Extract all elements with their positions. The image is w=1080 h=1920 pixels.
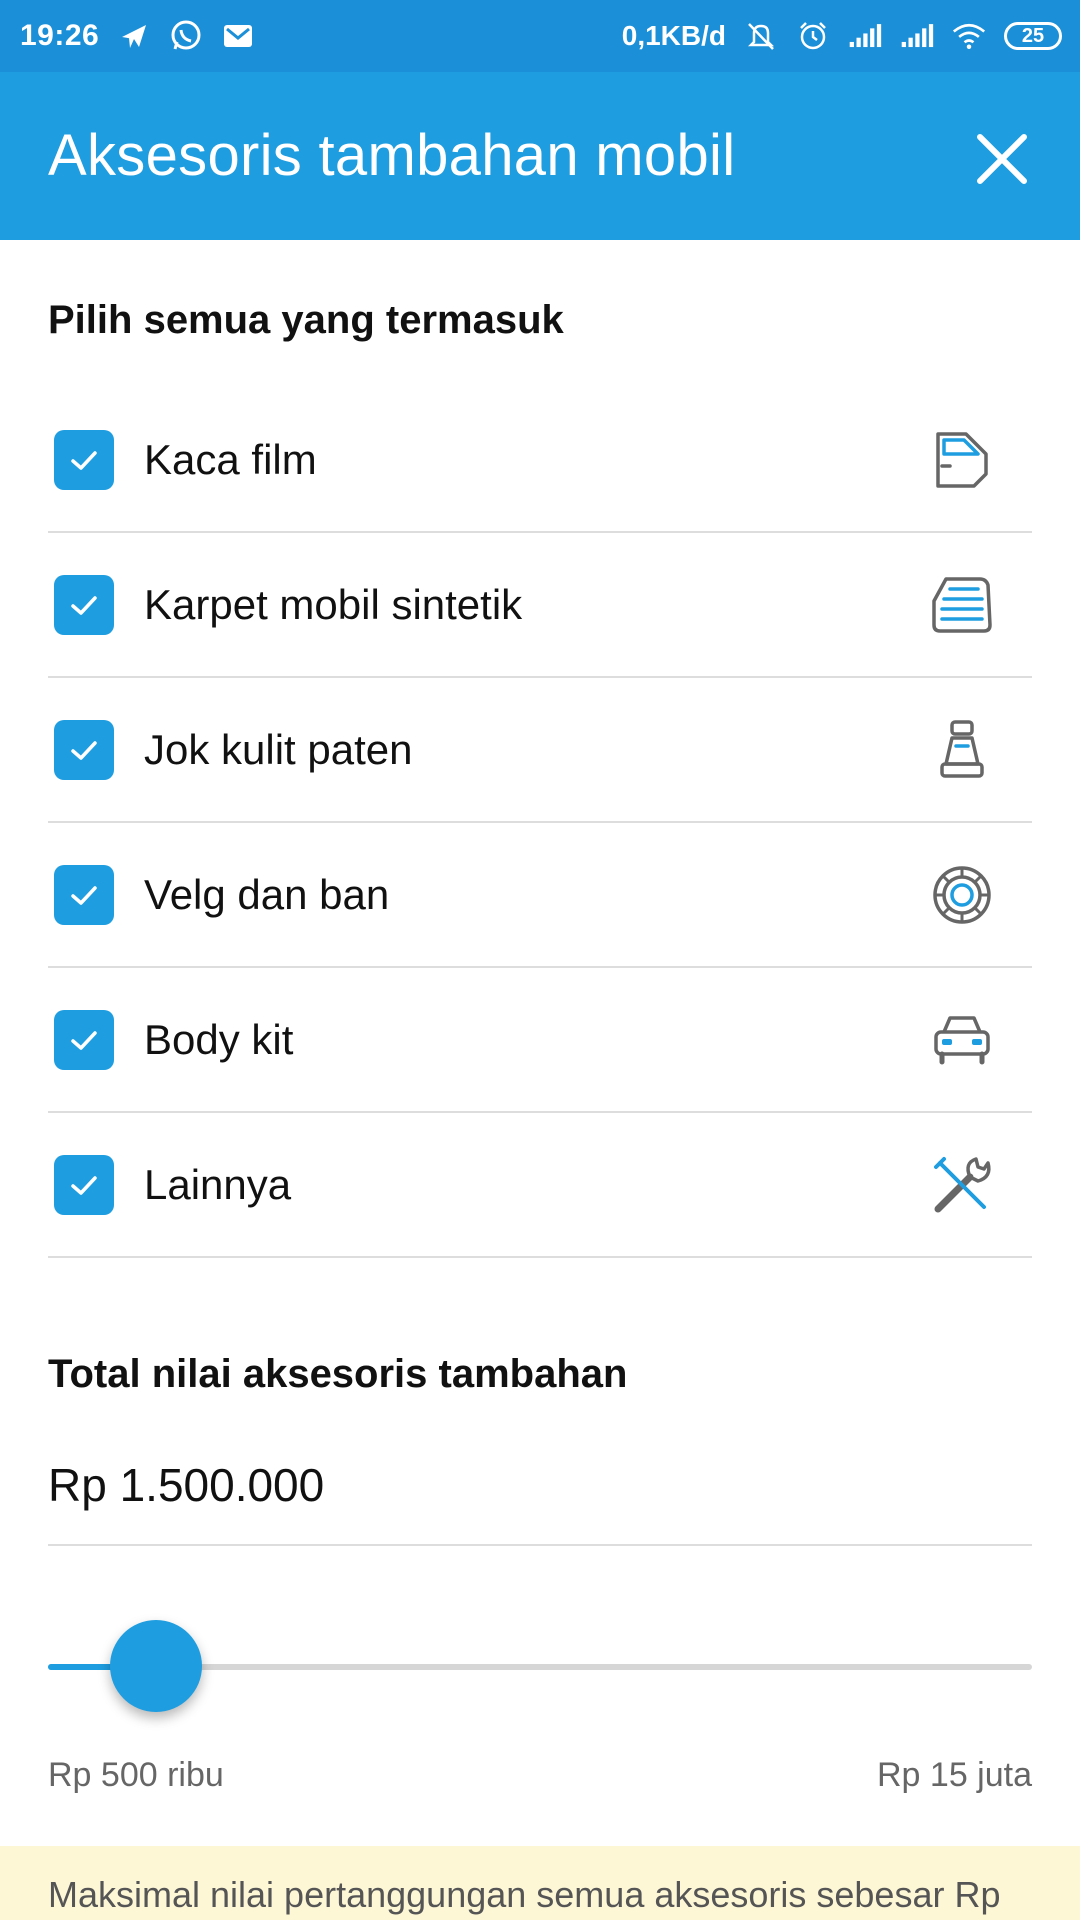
item-label: Jok kulit paten [144,725,413,773]
list-item-karpet-mobil[interactable]: Karpet mobil sintetik [48,533,1032,678]
total-heading: Total nilai aksesoris tambahan [48,1352,628,1396]
checkbox-checked[interactable] [54,1154,114,1215]
checkbox-checked[interactable] [54,429,114,490]
total-value-field[interactable]: Rp 1.500.000 [48,1458,324,1512]
info-banner-text: Maksimal nilai pertanggungan semua akses… [48,1874,1001,1915]
status-bar-left: 19:26 [20,19,255,53]
close-icon [977,134,1027,184]
check-icon [71,595,97,615]
gmail-icon [221,19,255,53]
item-label: Lainnya [144,1160,292,1208]
item-label: Kaca film [144,435,317,483]
signal-icon [848,19,882,53]
wheel-icon [930,863,994,927]
close-button[interactable] [970,127,1034,191]
check-icon [71,885,97,905]
item-label: Body kit [144,1015,294,1063]
slider-max-label: Rp 15 juta [877,1756,1032,1794]
whatsapp-icon [169,19,203,53]
list-item-body-kit[interactable]: Body kit [48,968,1032,1113]
signal-icon [900,19,934,53]
notification-bird-icon [117,19,151,53]
tools-icon [930,1153,994,1217]
app-bar: Aksesoris tambahan mobil [0,72,1080,240]
accessory-list: Kaca film Karpet mobil sintetik Jok kuli… [48,388,1032,1258]
options-heading: Pilih semua yang termasuk [48,298,564,342]
wifi-icon [952,19,986,53]
car-front-icon [930,1008,994,1072]
checkbox-checked[interactable] [54,864,114,925]
network-speed: 0,1KB/d [621,20,726,51]
car-seat-icon [930,718,994,782]
list-item-velg-ban[interactable]: Velg dan ban [48,823,1032,968]
divider [48,1544,1032,1546]
check-icon [71,1030,97,1050]
check-icon [71,450,97,470]
car-mat-icon [930,573,994,637]
item-label: Velg dan ban [144,870,390,918]
status-bar: 19:26 0,1KB/d 25 [0,0,1080,72]
page-title: Aksesoris tambahan mobil [48,123,736,188]
alarm-icon [796,19,830,53]
check-icon [71,1175,97,1195]
list-item-kaca-film[interactable]: Kaca film [48,388,1032,533]
list-item-jok-kulit[interactable]: Jok kulit paten [48,678,1032,823]
slider-min-label: Rp 500 ribu [48,1756,224,1794]
status-bar-right: 0,1KB/d 25 [622,19,1062,53]
item-label: Karpet mobil sintetik [144,580,523,628]
checkbox-checked[interactable] [54,574,114,635]
mute-bell-icon [744,19,778,53]
info-banner: Maksimal nilai pertanggungan semua akses… [0,1846,1080,1920]
battery-icon: 25 [1004,22,1062,50]
list-item-lainnya[interactable]: Lainnya [48,1113,1032,1258]
checkbox-checked[interactable] [54,1009,114,1070]
slider-thumb[interactable] [110,1620,203,1712]
check-icon [71,740,97,760]
status-time: 19:26 [20,19,100,52]
car-door-icon [930,428,994,492]
battery-level: 25 [1021,24,1045,47]
checkbox-checked[interactable] [54,719,114,780]
value-slider[interactable] [48,1620,1032,1720]
